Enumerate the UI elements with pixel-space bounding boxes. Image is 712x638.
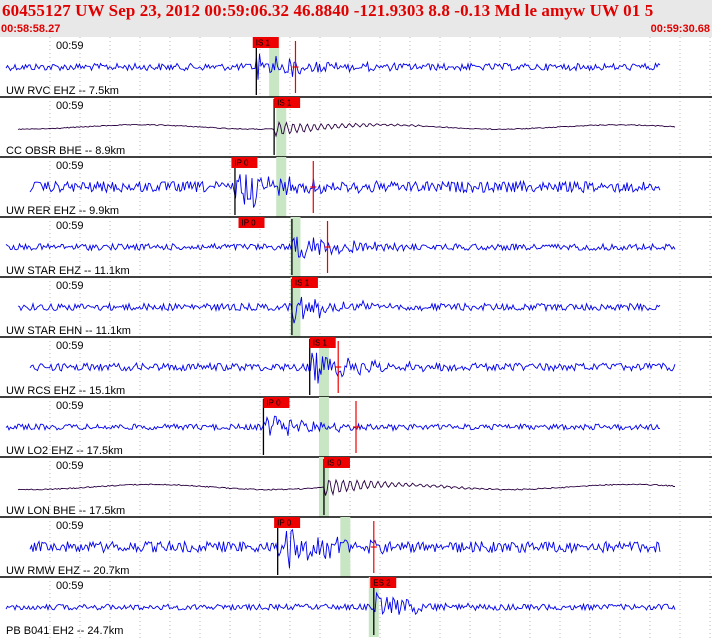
station-label: CC OBSR BHE -- 8.9km (6, 145, 125, 157)
trace-row[interactable]: IS 1 00:59 UW RCS EHZ -- 15.1km (0, 337, 712, 398)
pick-label: IP 0 (234, 159, 249, 168)
trace-tick-label: 00:59 (56, 400, 84, 412)
pick-label: IP 0 (277, 519, 292, 528)
trace-row[interactable]: IP 0 00:59 UW RMW EHZ -- 20.7km (0, 517, 712, 578)
trace-tick-label: 00:59 (56, 40, 84, 52)
trace-tick-label: 00:59 (56, 280, 84, 292)
trace-row[interactable]: ES 2 00:59 PB B041 EH2 -- 24.7km (5, 577, 676, 637)
station-label: UW STAR EHN -- 11.1km (6, 325, 131, 337)
waveform (17, 478, 675, 497)
trace-tick-label: 00:59 (56, 100, 84, 112)
station-label: UW RCS EHZ -- 15.1km (6, 385, 125, 397)
trace-row[interactable]: IS 1 00:59 UW RVC EHZ -- 7.5km (0, 37, 712, 98)
waveform (5, 415, 660, 436)
pick-label: IS 1 (256, 39, 271, 48)
station-label: UW STAR EHZ -- 11.1km (6, 265, 130, 277)
trace-tick-label: 00:59 (56, 580, 84, 592)
trace-tick-label: 00:59 (56, 460, 84, 472)
trace-row[interactable]: IP 0 00:59 UW LO2 EHZ -- 17.5km (0, 397, 712, 458)
trace-row[interactable]: IP 0 00:59 UW RER EHZ -- 9.9km (0, 157, 712, 218)
trace-tick-label: 00:59 (56, 340, 84, 352)
waveform (29, 174, 661, 208)
seismogram-viewer: 60455127 UW Sep 23, 2012 00:59:06.32 46.… (0, 0, 712, 638)
window-end-time: 00:59:30.68 (650, 23, 710, 35)
window-start-time: 00:58:58.27 (1, 23, 61, 35)
trace-panel[interactable]: IS 1 00:59 UW RVC EHZ -- 7.5km IS 1 00:59 CC … (0, 37, 712, 638)
waveform (5, 236, 676, 259)
waveform (17, 296, 661, 324)
event-header: 60455127 UW Sep 23, 2012 00:59:06.32 46.… (0, 0, 712, 37)
station-label: PB B041 EH2 -- 24.7km (6, 625, 123, 637)
trace-row[interactable]: IS 0 00:59 UW LON BHE -- 17.5km (0, 457, 712, 518)
waveform (5, 53, 661, 80)
station-label: UW LO2 EHZ -- 17.5km (6, 445, 123, 457)
waveform (5, 591, 676, 616)
pick-label: ES 2 (373, 579, 391, 588)
station-label: UW RER EHZ -- 9.9km (6, 205, 119, 217)
waveform (29, 352, 676, 384)
waveform (17, 120, 676, 138)
trace-tick-label: 00:59 (56, 160, 84, 172)
trace-tick-label: 00:59 (56, 520, 84, 532)
pick-label: IS 1 (277, 99, 292, 108)
trace-row[interactable]: IP 0 00:59 UW STAR EHZ -- 11.1km (0, 217, 712, 278)
station-label: UW RMW EHZ -- 20.7km (6, 565, 129, 577)
pick-label: IP 0 (242, 219, 257, 228)
trace-tick-label: 00:59 (56, 220, 84, 232)
pick-label: IS 1 (313, 339, 328, 348)
pick-label: IP 0 (266, 399, 281, 408)
station-label: UW RVC EHZ -- 7.5km (6, 85, 119, 97)
station-label: UW LON BHE -- 17.5km (6, 505, 125, 517)
trace-row[interactable]: IS 1 00:59 UW STAR EHN -- 11.1km (0, 277, 712, 338)
pick-label: IS 0 (327, 459, 342, 468)
event-title: 60455127 UW Sep 23, 2012 00:59:06.32 46.… (2, 1, 654, 20)
trace-row[interactable]: IS 1 00:59 CC OBSR BHE -- 8.9km (0, 97, 712, 158)
pick-label: IS 1 (295, 279, 310, 288)
